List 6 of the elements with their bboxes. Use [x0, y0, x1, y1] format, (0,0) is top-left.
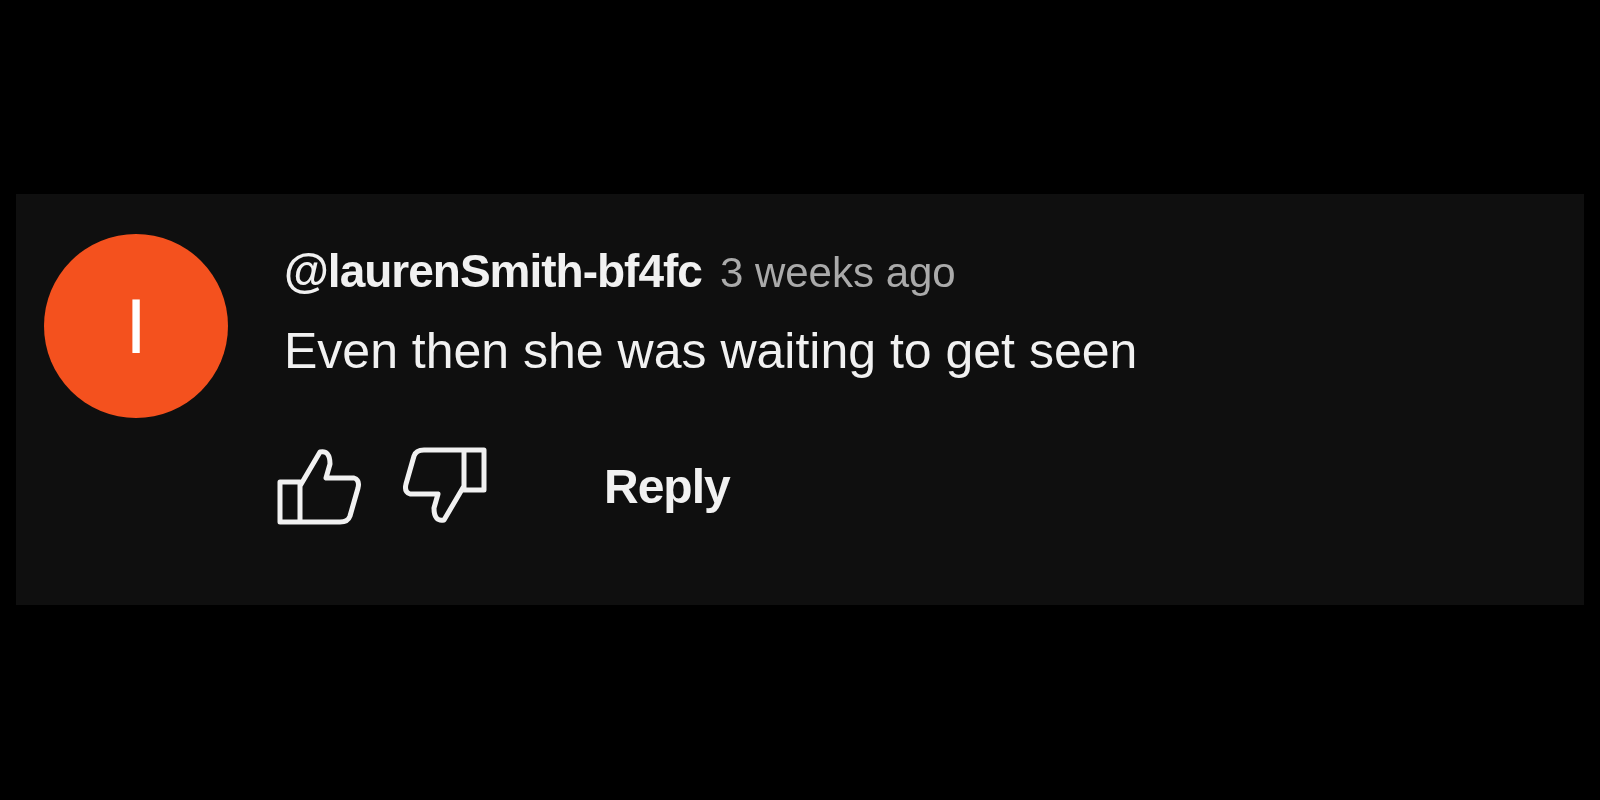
comment-text: Even then she was waiting to get seen [284, 322, 1138, 380]
reply-button[interactable]: Reply [604, 458, 730, 514]
thumbs-down-icon[interactable] [402, 446, 488, 526]
thumbs-up-icon[interactable] [276, 446, 362, 526]
comment-time[interactable]: 3 weeks ago [719, 249, 956, 297]
author-name[interactable]: @laurenSmith-bf4fc [284, 244, 702, 298]
